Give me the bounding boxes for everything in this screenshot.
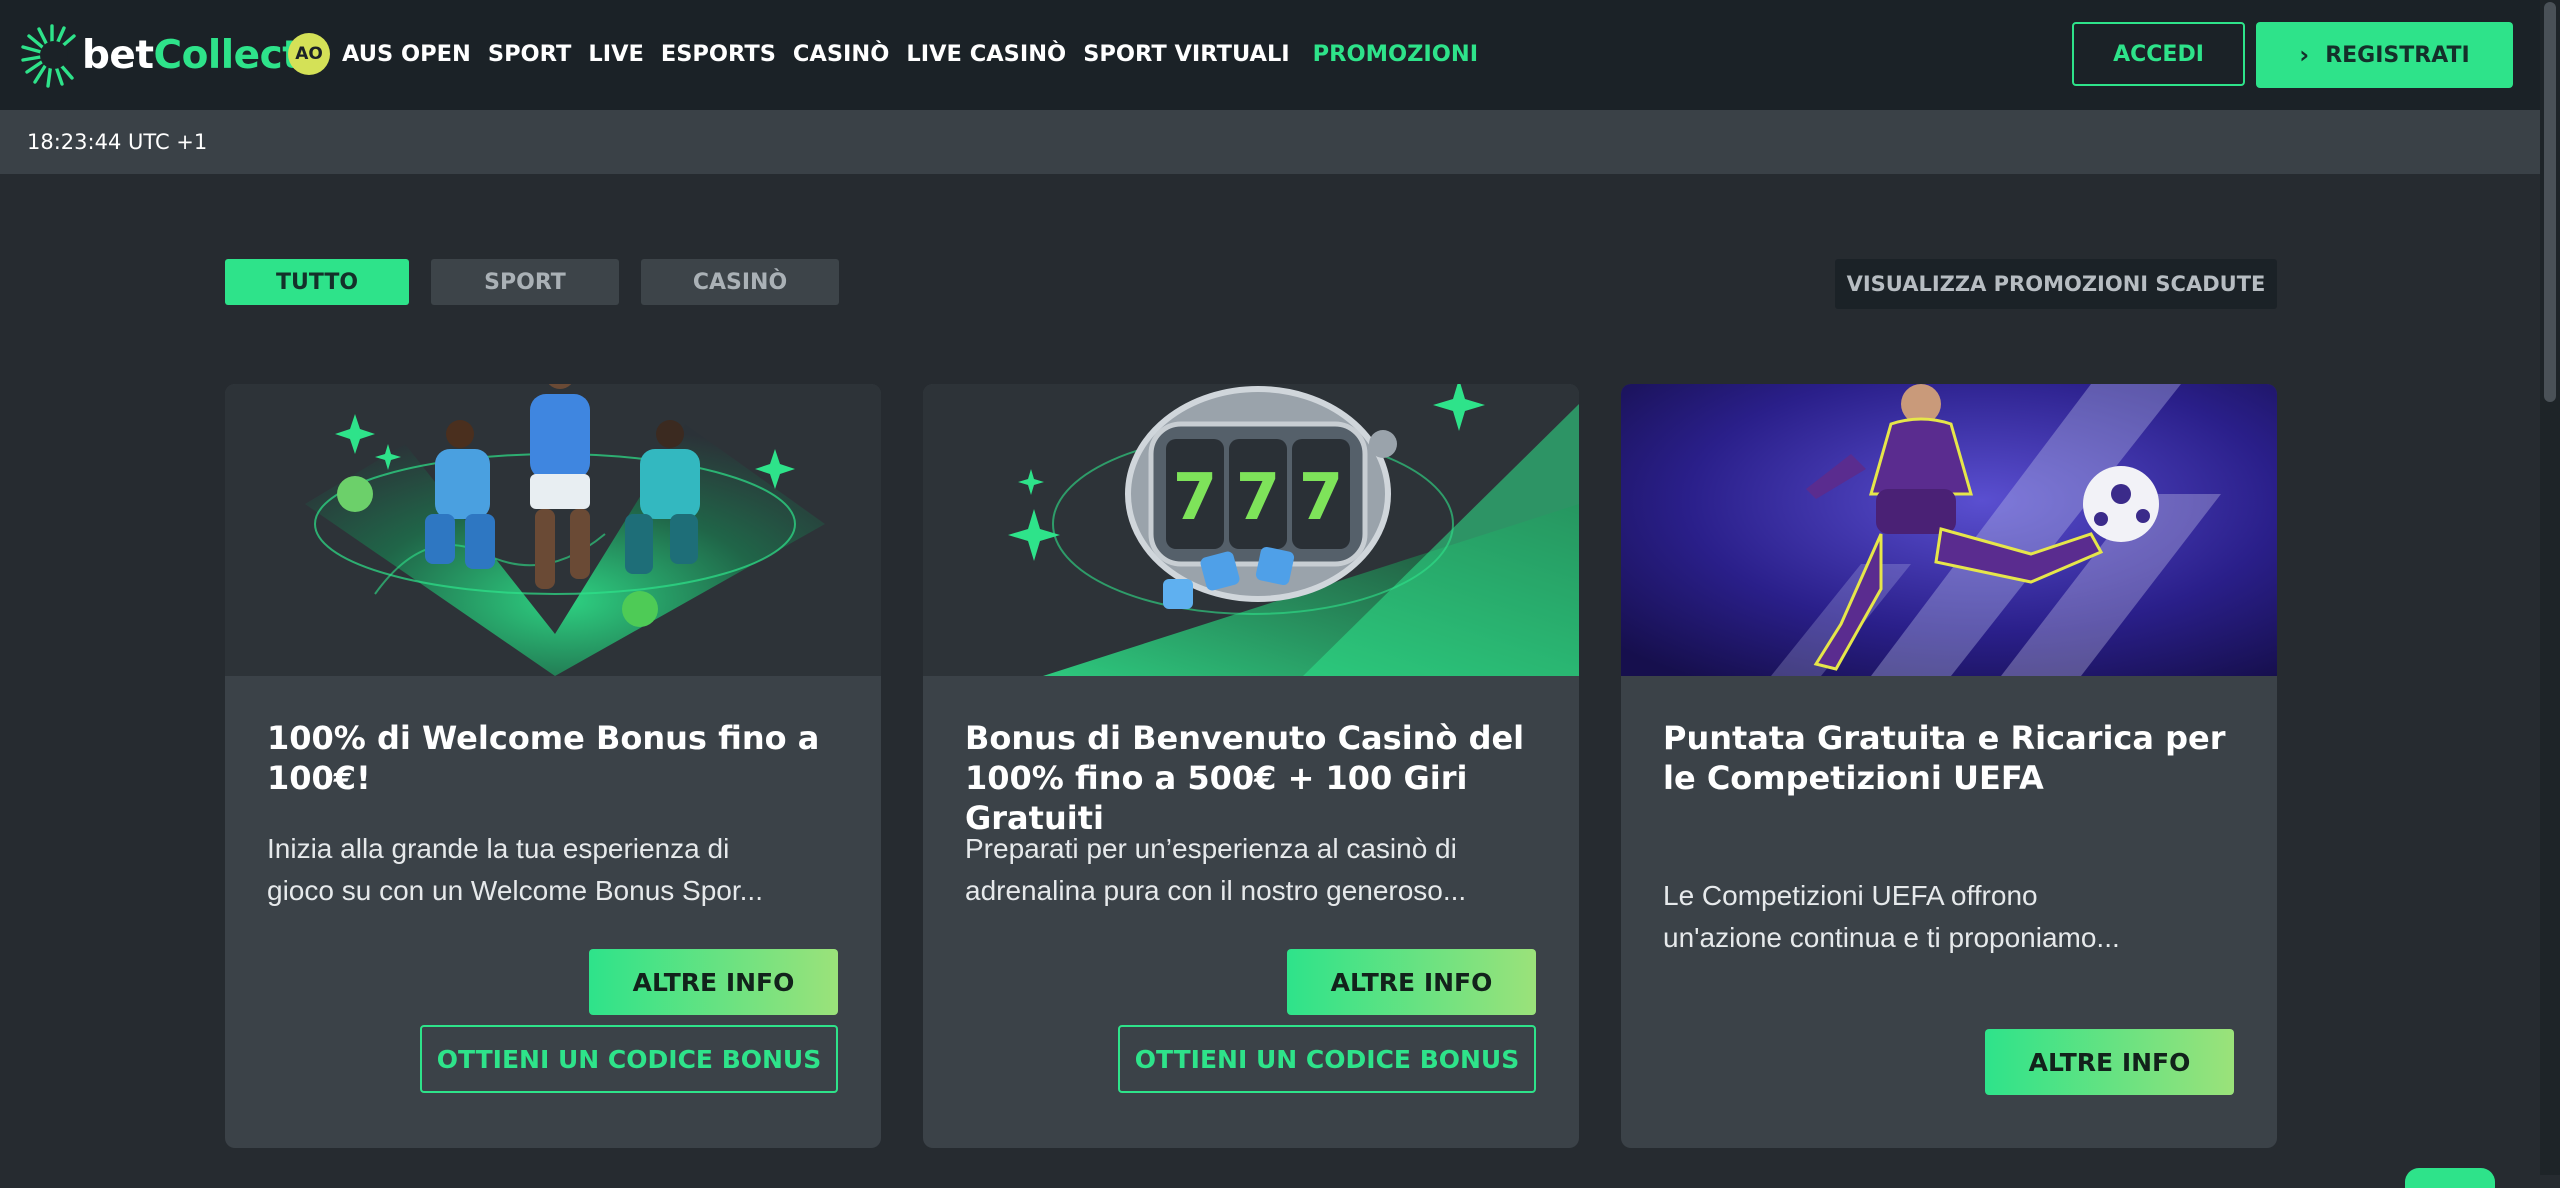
top-header: betCollect AO AUS OPEN SPORT LIVE ESPORT… bbox=[0, 0, 2540, 110]
promo-card-welcome-bonus: 100% di Welcome Bonus fino a 100€! Inizi… bbox=[225, 384, 881, 1148]
logo-burst-icon bbox=[21, 24, 76, 88]
aus-open-logo-icon: AO bbox=[288, 33, 330, 75]
promo-image-football bbox=[225, 384, 881, 676]
promo-title: 100% di Welcome Bonus fino a 100€! bbox=[267, 719, 820, 797]
get-bonus-code-button[interactable]: OTTIENI UN CODICE BONUS bbox=[1118, 1025, 1536, 1093]
promo-title: Bonus di Benvenuto Casinò del 100% fino … bbox=[965, 719, 1525, 837]
promo-description-line1: Le Competizioni UEFA offrono bbox=[1663, 880, 2038, 911]
tab-tutto[interactable]: TUTTO bbox=[225, 259, 409, 305]
page-scrollbar[interactable] bbox=[2540, 0, 2560, 1175]
promo-description-line2: adrenalina pura con il nostro generoso..… bbox=[965, 875, 1467, 906]
nav-sport[interactable]: SPORT bbox=[488, 41, 572, 67]
nav-sport-virtuali[interactable]: SPORT VIRTUALI bbox=[1083, 41, 1289, 67]
tab-casino[interactable]: CASINÒ bbox=[641, 259, 839, 305]
time-bar: 18:23:44 UTC +1 bbox=[0, 110, 2540, 174]
promo-description-line1: Inizia alla grande la tua esperienza di bbox=[267, 833, 730, 864]
tab-sport[interactable]: SPORT bbox=[431, 259, 619, 305]
promo-description-line1: Preparati per un’esperienza al casinò di bbox=[965, 833, 1457, 864]
login-button[interactable]: ACCEDI bbox=[2072, 22, 2245, 86]
nav-promozioni[interactable]: PROMOZIONI bbox=[1313, 41, 1478, 67]
nav-live[interactable]: LIVE bbox=[588, 41, 644, 67]
promo-card-uefa: Puntata Gratuita e Ricarica per le Compe… bbox=[1621, 384, 2277, 1148]
promo-card-casino-bonus: 7 7 7 Bonus di Benvenuto Casinò del 100%… bbox=[923, 384, 1579, 1148]
clock-text: 18:23:44 UTC +1 bbox=[27, 130, 208, 154]
svg-text:7: 7 bbox=[1236, 461, 1281, 535]
main-nav: AO AUS OPEN SPORT LIVE ESPORTS CASINÒ LI… bbox=[288, 32, 1495, 76]
nav-live-casino[interactable]: LIVE CASINÒ bbox=[906, 41, 1066, 67]
more-info-button[interactable]: ALTRE INFO bbox=[589, 949, 838, 1015]
promo-filter-tabs: TUTTO SPORT CASINÒ bbox=[225, 259, 861, 305]
nav-casino[interactable]: CASINÒ bbox=[793, 41, 889, 67]
nav-aus-open[interactable]: AUS OPEN bbox=[342, 41, 471, 67]
promo-image-footballer bbox=[1621, 384, 2277, 676]
get-bonus-code-button[interactable]: OTTIENI UN CODICE BONUS bbox=[420, 1025, 838, 1093]
register-label: REGISTRATI bbox=[2325, 42, 2470, 68]
svg-text:7: 7 bbox=[1173, 461, 1218, 535]
promo-description-line2: gioco su con un Welcome Bonus Spor... bbox=[267, 875, 763, 906]
register-button[interactable]: › REGISTRATI bbox=[2256, 22, 2513, 88]
more-info-button[interactable]: ALTRE INFO bbox=[1287, 949, 1536, 1015]
chevron-right-icon: › bbox=[2299, 41, 2310, 69]
promo-title: Puntata Gratuita e Ricarica per le Compe… bbox=[1663, 719, 2226, 797]
more-info-button[interactable]: ALTRE INFO bbox=[1985, 1029, 2234, 1095]
betcollect-logo[interactable]: betCollect bbox=[20, 22, 301, 88]
promo-description-line2: un'azione continua e ti proponiamo... bbox=[1663, 922, 2120, 953]
svg-text:7: 7 bbox=[1299, 461, 1344, 535]
logo-text-collect: Collect bbox=[153, 32, 301, 78]
scrollbar-thumb[interactable] bbox=[2544, 2, 2556, 402]
floating-action-button[interactable] bbox=[2405, 1168, 2495, 1188]
promo-image-slot-machine: 7 7 7 bbox=[923, 384, 1579, 676]
view-expired-promotions-button[interactable]: VISUALIZZA PROMOZIONI SCADUTE bbox=[1835, 259, 2277, 309]
nav-esports[interactable]: ESPORTS bbox=[661, 41, 776, 67]
logo-text-bet: bet bbox=[82, 32, 154, 78]
